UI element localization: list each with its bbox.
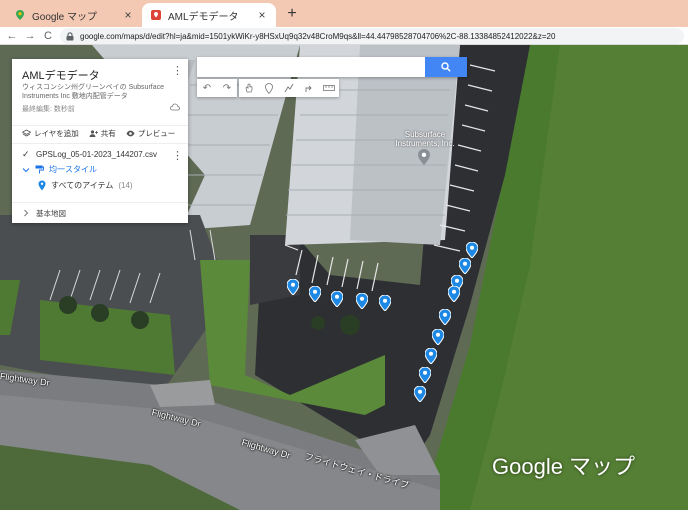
layer-style-row[interactable]: 均一スタイル [22,164,97,175]
gps-marker-icon[interactable] [448,286,460,302]
items-count: (14) [118,181,133,190]
gps-marker-icon[interactable] [379,295,391,311]
search-input[interactable] [197,57,425,77]
url-text: google.com/maps/d/edit?hl=ja&mid=1501ykW… [80,31,556,41]
cloud-saved-icon [170,103,180,111]
search-button[interactable] [425,57,467,77]
hand-icon[interactable] [239,79,259,97]
google-maps-icon [16,10,24,20]
tab-title: Google マップ [32,11,98,23]
search-icon [441,62,451,72]
gps-marker-icon[interactable] [419,367,431,383]
gps-marker-icon[interactable] [425,348,437,364]
share-button[interactable]: 共有 [89,128,116,139]
share-label: 共有 [100,129,116,138]
map-description[interactable]: ウィスコンシン州グリーンベイの Subsurface Instruments I… [22,83,182,101]
map-legend-panel: AMLデモデータ ⋮ ウィスコンシン州グリーンベイの Subsurface In… [12,59,188,223]
gps-marker-icon[interactable] [356,293,368,309]
tab-strip: Google マップ × AMLデモデータ × + [0,0,688,27]
layer-checkbox[interactable]: ✓ [22,150,31,159]
new-tab-button[interactable]: + [282,4,302,24]
tab-close-icon[interactable]: × [256,9,268,21]
chevron-right-icon [24,209,29,217]
basemap-label: 基本地図 [36,208,66,218]
preview-button[interactable]: プレビュー [126,128,176,139]
add-layer-button[interactable]: レイヤを追加 [22,128,79,139]
gps-marker-icon[interactable] [439,309,451,325]
layer-name[interactable]: GPSLog_05-01-2023_144207.csv [36,150,157,159]
poi-pin-icon[interactable] [418,149,430,165]
tab-aml-demo[interactable]: AMLデモデータ × [142,3,276,27]
map-search-box [197,57,467,77]
tab-close-icon[interactable]: × [122,9,134,21]
map-options-menu[interactable]: ⋮ [172,65,183,77]
poi-label: Subsurface Instruments, Inc. [395,130,455,148]
map-tools: ↶ ↷ [197,79,339,97]
add-marker-icon[interactable] [259,79,279,97]
all-items-label: すべてのアイテム [51,181,114,190]
gps-marker-icon[interactable] [466,242,478,258]
preview-label: プレビュー [137,129,176,138]
marker-icon [38,180,46,191]
eye-icon [126,130,135,137]
gps-marker-icon[interactable] [331,291,343,307]
gps-marker-icon[interactable] [459,258,471,274]
layer-item: ✓ GPSLog_05-01-2023_144207.csv ⋮ 均一スタイル … [12,143,188,201]
tab-title: AMLデモデータ [168,11,239,23]
gps-marker-icon[interactable] [432,329,444,345]
panel-actions: レイヤを追加 共有 プレビュー [12,125,188,141]
draw-line-icon[interactable] [279,79,299,97]
layer-header[interactable]: ✓ GPSLog_05-01-2023_144207.csv [22,150,157,160]
lock-icon [66,31,74,40]
last-edited: 最終編集: 数秒前 [22,106,75,113]
map-canvas[interactable]: Subsurface Instruments, Inc. Flightway D… [0,45,688,510]
reload-icon[interactable]: C [40,28,56,44]
uniform-style-link[interactable]: 均一スタイル [49,164,97,175]
layers-icon [22,129,31,137]
undo-redo-group: ↶ ↷ [197,79,237,97]
add-person-icon [89,130,98,137]
basemap-row[interactable]: 基本地図 [12,202,188,223]
directions-icon[interactable] [299,79,319,97]
drawing-tools-group [239,79,339,97]
layer-options-menu[interactable]: ⋮ [172,150,183,162]
map-title[interactable]: AMLデモデータ [22,67,100,83]
chevron-down-icon [22,167,30,172]
browser-toolbar: ← → C google.com/maps/d/edit?hl=ja&mid=1… [0,27,688,45]
forward-arrow-icon[interactable]: → [22,28,38,44]
redo-icon[interactable]: ↷ [217,79,237,97]
ruler-icon[interactable] [319,79,339,97]
undo-icon[interactable]: ↶ [197,79,217,97]
gps-marker-icon[interactable] [309,286,321,302]
add-layer-label: レイヤを追加 [34,129,79,138]
back-arrow-icon[interactable]: ← [4,28,20,44]
all-items-row[interactable]: すべてのアイテム (14) [38,180,133,191]
tab-google-maps[interactable]: Google マップ × [6,3,142,27]
address-bar[interactable]: google.com/maps/d/edit?hl=ja&mid=1501ykW… [60,28,684,44]
google-maps-logo: Google マップ [492,454,636,479]
gps-marker-icon[interactable] [414,386,426,402]
my-maps-icon [151,10,161,20]
gps-marker-icon[interactable] [287,279,299,295]
paint-roller-icon [35,165,44,174]
